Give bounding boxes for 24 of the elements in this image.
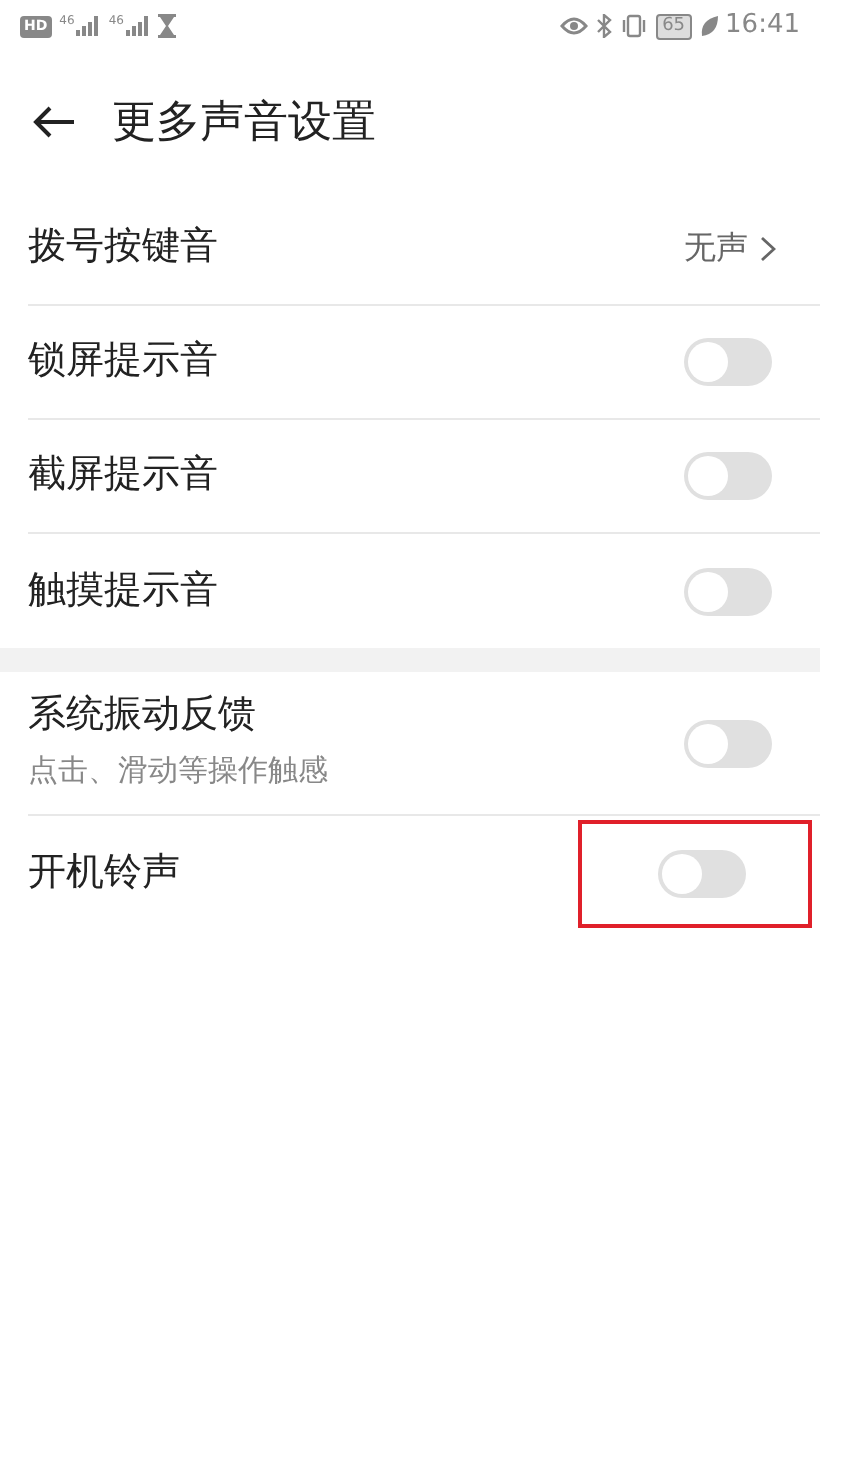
eye-icon — [560, 16, 589, 36]
toggle-switch[interactable] — [684, 719, 772, 767]
setting-label: 开机铃声 — [28, 849, 180, 897]
toggle-switch[interactable] — [684, 452, 772, 500]
vibrate-icon — [620, 14, 649, 38]
page-title: 更多声音设置 — [112, 95, 376, 151]
setting-label: 系统振动反馈 — [28, 692, 258, 741]
chevron-icon — [760, 235, 776, 261]
bluetooth-icon — [596, 14, 613, 38]
battery-icon: 65 — [656, 13, 692, 39]
setting-label: 拨号按键音 — [28, 224, 218, 272]
hourglass-icon — [157, 14, 176, 38]
signal-icon — [125, 16, 150, 36]
toggle-switch[interactable] — [657, 849, 745, 897]
toggle-switch[interactable] — [684, 567, 772, 615]
signal-icon — [76, 16, 101, 36]
clock: 16:41 — [725, 8, 800, 45]
setting-label: 触摸提示音 — [28, 567, 218, 615]
setting-label: 锁屏提示音 — [28, 338, 218, 386]
value-link[interactable]: 无声 — [684, 224, 776, 272]
leaf-icon — [699, 15, 718, 37]
setting-description: 点击、滑动等操作触感 — [28, 750, 328, 793]
toggle-switch[interactable] — [684, 338, 772, 386]
setting-label: 截屏提示音 — [28, 452, 218, 500]
